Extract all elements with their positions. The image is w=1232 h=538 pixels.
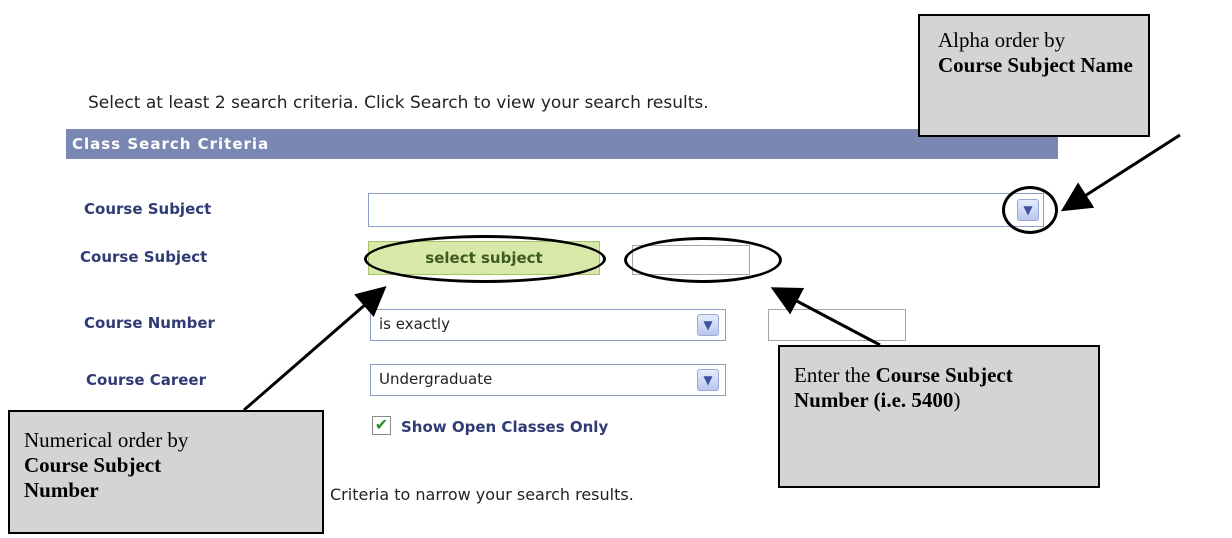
callout-numerical-bold: Course Subject Number xyxy=(24,453,162,503)
callout-enter-suffix: ) xyxy=(953,388,961,413)
callout-alpha-text: Alpha order by xyxy=(938,28,1066,52)
callout-numerical-order: Numerical order by Course Subject Number xyxy=(8,410,324,534)
callout-enter-prefix: Enter the xyxy=(794,363,876,387)
callout-alpha-order: Alpha order by Course Subject Name xyxy=(918,14,1150,137)
callout-enter-number: Enter the Course Subject Number (i.e. 54… xyxy=(778,345,1100,488)
callout-alpha-bold: Course Subject Name xyxy=(938,53,1133,78)
arrow-to-select-subject xyxy=(243,286,387,412)
arrow-to-subject-number xyxy=(770,287,881,347)
arrow-to-dropdown xyxy=(1060,133,1181,212)
callout-numerical-text: Numerical order by xyxy=(24,428,189,452)
